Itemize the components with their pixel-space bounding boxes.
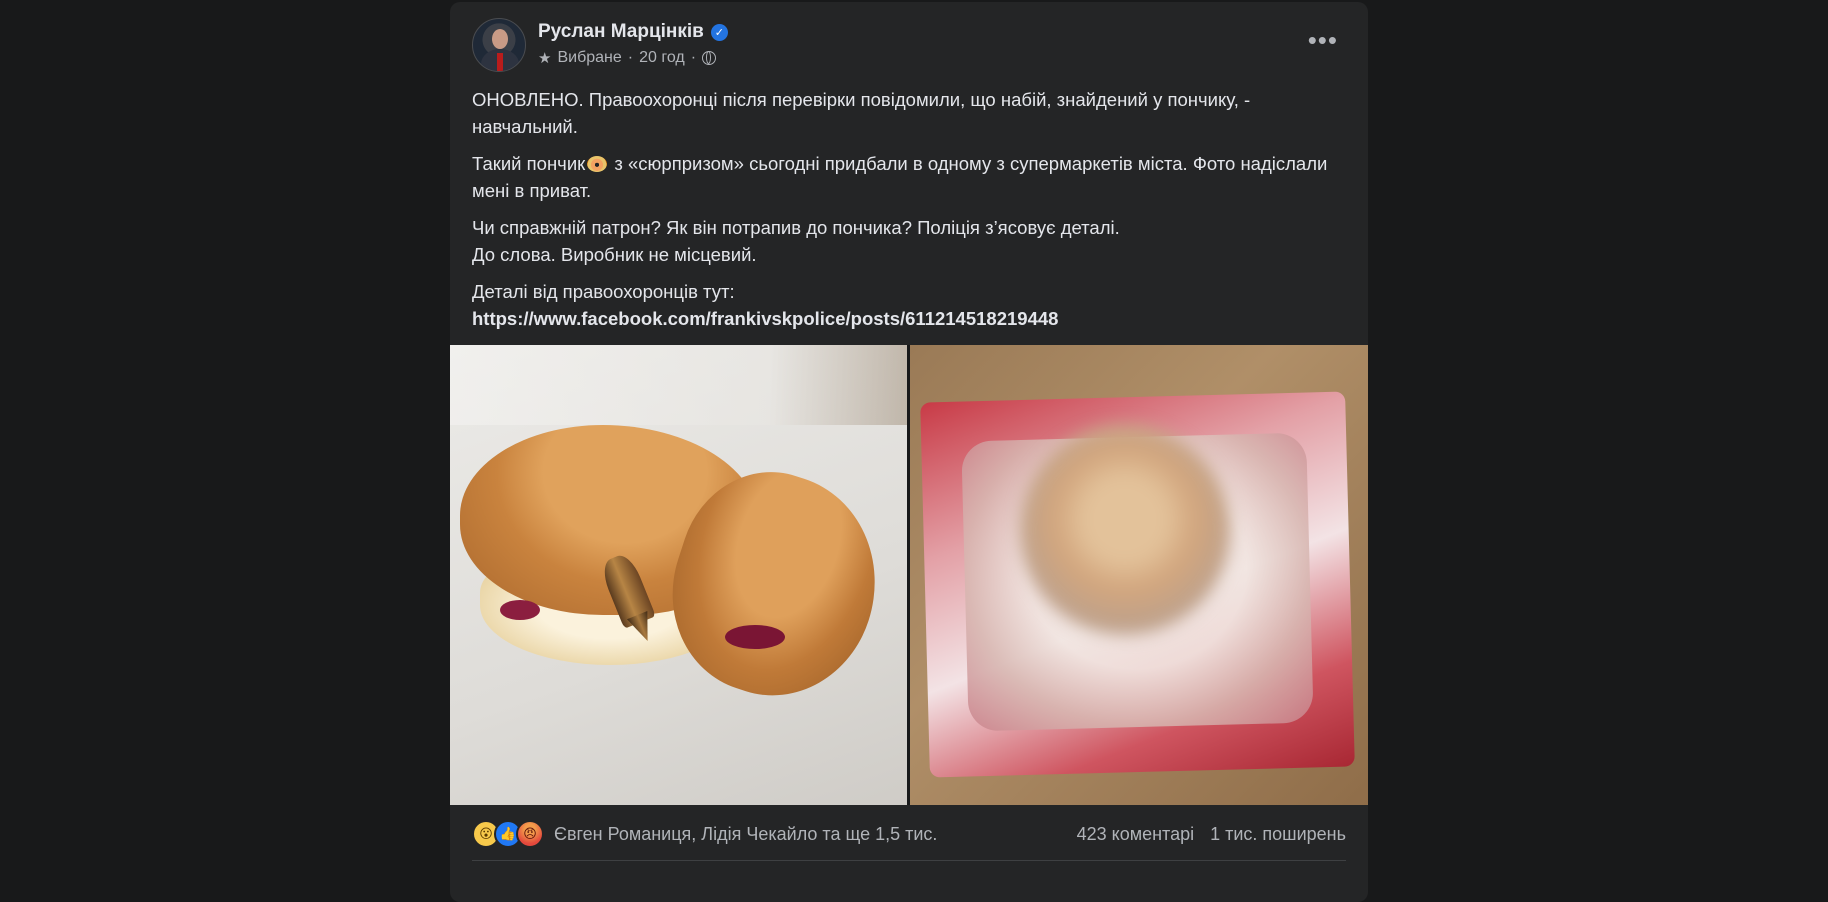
avatar-face bbox=[492, 29, 508, 49]
post-card: Руслан Марцінків ✓ ★ Вибране · 20 год · … bbox=[450, 2, 1368, 902]
reaction-summary[interactable]: 😮 👍 😠 Євген Романиця, Лідія Чекайло та щ… bbox=[472, 820, 937, 848]
police-post-link[interactable]: https://www.facebook.com/frankivskpolice… bbox=[472, 308, 1058, 329]
engagement-counts: 423 коментарі 1 тис. поширень bbox=[1077, 824, 1346, 845]
angry-reaction-icon: 😠 bbox=[516, 820, 544, 848]
star-icon: ★ bbox=[538, 50, 552, 67]
blurred-donut bbox=[1020, 425, 1230, 635]
paragraph-questions-line2: До слова. Виробник не місцевий. bbox=[472, 244, 757, 265]
author-avatar[interactable] bbox=[472, 18, 526, 72]
paragraph-questions: Чи справжній патрон? Як він потрапив до … bbox=[472, 214, 1352, 268]
post-text: ОНОВЛЕНО. Правоохоронці після перевірки … bbox=[472, 86, 1352, 342]
more-options-button[interactable]: ••• bbox=[1308, 27, 1338, 53]
photo-packaged-donut[interactable] bbox=[910, 345, 1368, 805]
meta-separator-2: · bbox=[690, 49, 697, 66]
details-label: Деталі від правоохоронців тут: bbox=[472, 281, 735, 302]
globe-icon[interactable] bbox=[702, 51, 717, 65]
shares-count[interactable]: 1 тис. поширень bbox=[1210, 824, 1346, 845]
reactions-bar: 😮 👍 😠 Євген Романиця, Лідія Чекайло та щ… bbox=[472, 814, 1346, 854]
paragraph-donut: Такий пончик з «сюрпризом» сьогодні прид… bbox=[472, 150, 1352, 204]
comments-count[interactable]: 423 коментарі bbox=[1077, 824, 1195, 845]
author-name[interactable]: Руслан Марцінків bbox=[538, 21, 704, 43]
post-time[interactable]: 20 год bbox=[639, 49, 685, 67]
paragraph-update: ОНОВЛЕНО. Правоохоронці після перевірки … bbox=[472, 89, 1251, 137]
photo-donut-with-bullet[interactable] bbox=[450, 345, 907, 805]
jam-left bbox=[500, 600, 540, 620]
meta-separator: · bbox=[627, 49, 634, 66]
avatar-tie bbox=[497, 53, 503, 71]
paragraph-questions-line1: Чи справжній патрон? Як він потрапив до … bbox=[472, 217, 1120, 238]
verified-badge-icon: ✓ bbox=[710, 23, 728, 41]
action-divider bbox=[472, 860, 1346, 861]
paragraph-donut-start: Такий пончик bbox=[472, 153, 586, 174]
reaction-names[interactable]: Євген Романиця, Лідія Чекайло та ще 1,5 … bbox=[554, 824, 937, 845]
post-header: Руслан Марцінків ✓ ★ Вибране · 20 год · … bbox=[472, 18, 1346, 74]
author-row: Руслан Марцінків ✓ bbox=[538, 21, 728, 43]
post-meta: ★ Вибране · 20 год · bbox=[538, 49, 717, 67]
jam-right bbox=[725, 625, 785, 649]
photo-shadow bbox=[450, 345, 907, 425]
paragraph-details: Деталі від правоохоронців тут: https://w… bbox=[472, 278, 1352, 332]
favorites-label[interactable]: Вибране bbox=[557, 49, 621, 67]
post-photos bbox=[450, 345, 1368, 805]
donut-emoji-icon bbox=[587, 156, 608, 172]
